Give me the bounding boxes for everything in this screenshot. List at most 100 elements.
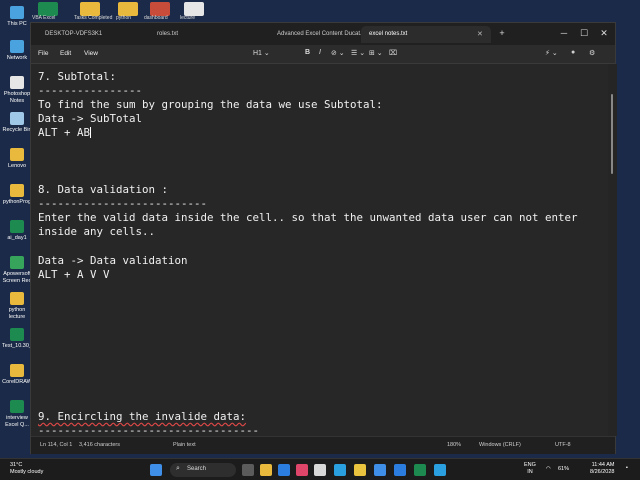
- settings-icon[interactable]: ⚙: [589, 49, 595, 57]
- menu-view[interactable]: View: [84, 50, 98, 57]
- notepad-window: DESKTOP-VDFS3K1 roles.txt Advanced Excel…: [30, 22, 617, 454]
- scroll-thumb[interactable]: [611, 94, 613, 174]
- time: 11:44 AM: [591, 462, 615, 468]
- notification-icon[interactable]: ▪: [626, 465, 628, 472]
- close-tab-icon[interactable]: ✕: [477, 30, 483, 38]
- folder-icon: [10, 148, 24, 161]
- region-code: IN: [527, 469, 533, 475]
- desktop-item-apowersoft[interactable]: Apowersoft Screen Rec: [0, 256, 34, 284]
- task-view-icon[interactable]: [242, 464, 254, 476]
- media-icon[interactable]: [296, 464, 308, 476]
- file-icon[interactable]: [150, 2, 170, 16]
- desktop-item-test[interactable]: Test_10.30_: [0, 328, 34, 350]
- desktop-item-label: interview Excel Q...: [5, 415, 29, 428]
- editor-line: ALT + AB: [38, 126, 92, 139]
- text-format[interactable]: Plain text: [173, 442, 196, 448]
- link-dropdown[interactable]: ⊘ ⌄: [331, 49, 345, 57]
- tab-roles[interactable]: roles.txt: [149, 26, 186, 43]
- heading-dropdown[interactable]: H1 ⌄: [253, 49, 270, 57]
- tab-advanced-excel[interactable]: Advanced Excel Content Ducat.txt: [269, 26, 376, 43]
- zoom-level[interactable]: 180%: [447, 442, 461, 448]
- desktop-item-recycle-bin[interactable]: Recycle Bin: [0, 112, 34, 134]
- tab-desktop[interactable]: DESKTOP-VDFS3K1: [37, 26, 110, 43]
- document-icon: [10, 76, 24, 89]
- line-text: ALT + A V V: [38, 268, 110, 281]
- desktop-item-pythonprog[interactable]: pythonProg: [0, 184, 34, 206]
- network-icon: [10, 40, 24, 53]
- battery-level[interactable]: 61%: [558, 466, 569, 473]
- tab-label: roles.txt: [157, 31, 179, 37]
- desktop-item-ai-day1[interactable]: ai_day1: [0, 220, 34, 242]
- line-text: ----------------: [38, 84, 143, 97]
- cursor-position: Ln 114, Col 1: [40, 442, 73, 448]
- character-count: 3,416 characters: [79, 442, 120, 448]
- new-tab-button[interactable]: +: [493, 26, 511, 40]
- desktop-item-interview-excel[interactable]: interview Excel Q...: [0, 400, 34, 428]
- line-text: Data -> Data validation: [38, 254, 188, 267]
- search-box[interactable]: ⌕ Search: [170, 463, 236, 477]
- editor-line: inside any cells..: [38, 225, 155, 238]
- line-text: ----------------------------------: [38, 424, 260, 436]
- line-endings[interactable]: Windows (CRLF): [479, 442, 521, 448]
- folder-icon[interactable]: [118, 2, 138, 16]
- desktop-item-python-lecture[interactable]: python lecture: [0, 292, 34, 320]
- search-label: Search: [187, 466, 207, 472]
- notepad-taskbar-icon[interactable]: [434, 464, 446, 476]
- wifi-icon[interactable]: ◠: [546, 466, 551, 473]
- chrome-icon[interactable]: [354, 464, 366, 476]
- desktop-item-photoshop-notes[interactable]: Photoshop Notes: [0, 76, 34, 104]
- top-icon-label: VBA Excel: [32, 15, 56, 21]
- store-icon[interactable]: [374, 464, 386, 476]
- file-explorer-icon[interactable]: [260, 464, 272, 476]
- editor-line: 8. Data validation :: [38, 183, 168, 196]
- tab-excel-notes[interactable]: excel notes.txt ✕: [361, 26, 491, 43]
- desktop-item-label: CorelDRAW: [2, 379, 32, 385]
- desktop-item-lenovo[interactable]: Lenovo: [0, 148, 34, 170]
- taskbar: 31°C Mostly cloudy ⌕ Search ENG IN ◠ 61%…: [0, 458, 640, 480]
- desktop-item-network[interactable]: Network: [0, 40, 34, 62]
- clear-formatting-button[interactable]: ⌧: [389, 49, 397, 57]
- desktop-item-label: python lecture: [8, 307, 26, 320]
- weather-condition: Mostly cloudy: [10, 469, 44, 475]
- excel-icon: [10, 328, 24, 341]
- weather-widget[interactable]: 31°C Mostly cloudy: [10, 462, 43, 476]
- editor-line: 7. SubTotal:: [38, 70, 116, 83]
- language-code: ENG: [524, 462, 536, 468]
- excel-taskbar-icon[interactable]: [414, 464, 426, 476]
- top-desktop-icons: VBA Excel Tasks Completed python dashboa…: [0, 0, 640, 22]
- vertical-scrollbar[interactable]: [608, 64, 617, 436]
- outlook-icon[interactable]: [394, 464, 406, 476]
- language-indicator[interactable]: ENG IN: [524, 462, 536, 476]
- line-text: ALT + AB: [38, 126, 91, 139]
- close-window-button[interactable]: ✕: [595, 26, 613, 40]
- clock[interactable]: 11:44 AM 8/26/2028: [590, 462, 614, 476]
- mail-icon[interactable]: [278, 464, 290, 476]
- bold-button[interactable]: B: [305, 49, 310, 56]
- desktop-item-coreldraw[interactable]: CorelDRAW: [0, 364, 34, 386]
- maximize-button[interactable]: ☐: [575, 26, 593, 40]
- settings-app-icon[interactable]: [314, 464, 326, 476]
- list-dropdown[interactable]: ☰ ⌄: [351, 49, 365, 57]
- edge-icon[interactable]: [334, 464, 346, 476]
- desktop-item-label: ai_day1: [7, 235, 27, 241]
- account-icon[interactable]: ●: [571, 49, 575, 56]
- text-editor[interactable]: 7. SubTotal: ---------------- To find th…: [31, 64, 608, 436]
- italic-button[interactable]: I: [319, 49, 321, 56]
- table-dropdown[interactable]: ⊞ ⌄: [369, 49, 383, 57]
- menu-edit[interactable]: Edit: [60, 50, 71, 57]
- line-text: --------------------------: [38, 197, 208, 210]
- folder-icon[interactable]: [80, 2, 100, 16]
- document-icon[interactable]: [184, 2, 204, 16]
- minimize-button[interactable]: ─: [555, 26, 573, 40]
- start-icon[interactable]: [150, 464, 162, 476]
- menu-file[interactable]: File: [38, 50, 48, 57]
- recycle-bin-icon: [10, 112, 24, 125]
- menu-bar: File Edit View H1 ⌄ B I ⊘ ⌄ ☰ ⌄ ⊞ ⌄ ⌧ ⚡ …: [31, 45, 615, 64]
- desktop-item-label: Apowersoft Screen Rec: [2, 271, 32, 284]
- excel-icon[interactable]: [38, 2, 58, 16]
- tab-label: Advanced Excel Content Ducat.txt: [277, 31, 369, 37]
- copilot-dropdown[interactable]: ⚡ ⌄: [545, 49, 558, 57]
- folder-icon: [10, 292, 24, 305]
- encoding[interactable]: UTF-8: [555, 442, 571, 448]
- desktop-item-this-pc[interactable]: This PC: [0, 6, 34, 28]
